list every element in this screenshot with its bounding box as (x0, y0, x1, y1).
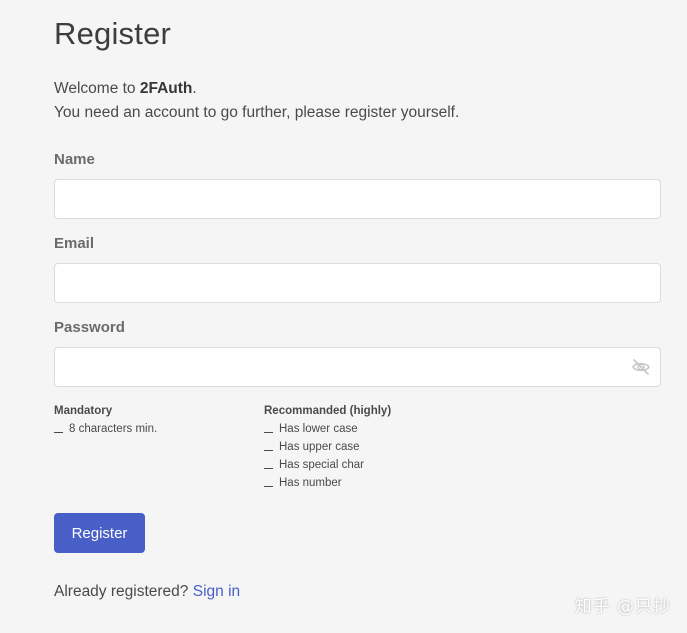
rule-text: 8 characters min. (69, 423, 158, 435)
app-name: 2FAuth (139, 80, 193, 97)
page-title: Register (54, 16, 172, 51)
rule-text: Has upper case (279, 441, 360, 453)
rule-item: Has special char (264, 456, 391, 474)
dash-icon (264, 449, 273, 451)
name-label: Name (54, 151, 95, 168)
watermark: 知乎 @只抄 (574, 597, 671, 617)
welcome-line: Welcome to 2FAuth. (54, 77, 459, 101)
recommended-rules: Recommanded (highly) Has lower case Has … (264, 402, 391, 492)
register-button[interactable]: Register (54, 513, 145, 553)
email-field[interactable] (54, 263, 661, 303)
already-registered-text: Already registered? (54, 583, 189, 600)
signin-prompt: Already registered? Sign in (54, 583, 240, 601)
dash-icon (264, 485, 273, 487)
rule-item: Has number (264, 474, 391, 492)
dash-icon (54, 431, 63, 433)
sign-in-link[interactable]: Sign in (193, 583, 240, 600)
password-label: Password (54, 319, 125, 336)
rule-item: Has upper case (264, 438, 391, 456)
welcome-suffix: . (192, 80, 197, 97)
intro-instruction: You need an account to go further, pleas… (54, 104, 460, 121)
rule-text: Has special char (279, 459, 365, 471)
rule-text: Has lower case (279, 423, 358, 435)
password-wrapper (54, 347, 661, 387)
recommended-title: Recommanded (highly) (264, 405, 392, 417)
rule-item: Has lower case (264, 420, 391, 438)
intro-text: Welcome to 2FAuth. You need an account t… (54, 77, 459, 125)
mandatory-title: Mandatory (54, 405, 113, 417)
name-field[interactable] (54, 179, 661, 219)
rule-item: 8 characters min. (54, 420, 157, 438)
eye-slash-icon[interactable] (631, 357, 651, 377)
dash-icon (264, 467, 273, 469)
email-label: Email (54, 235, 95, 252)
password-field[interactable] (54, 347, 661, 387)
dash-icon (264, 431, 273, 433)
rule-text: Has number (279, 477, 342, 489)
welcome-prefix: Welcome to (54, 80, 140, 97)
mandatory-rules: Mandatory 8 characters min. (54, 402, 157, 438)
